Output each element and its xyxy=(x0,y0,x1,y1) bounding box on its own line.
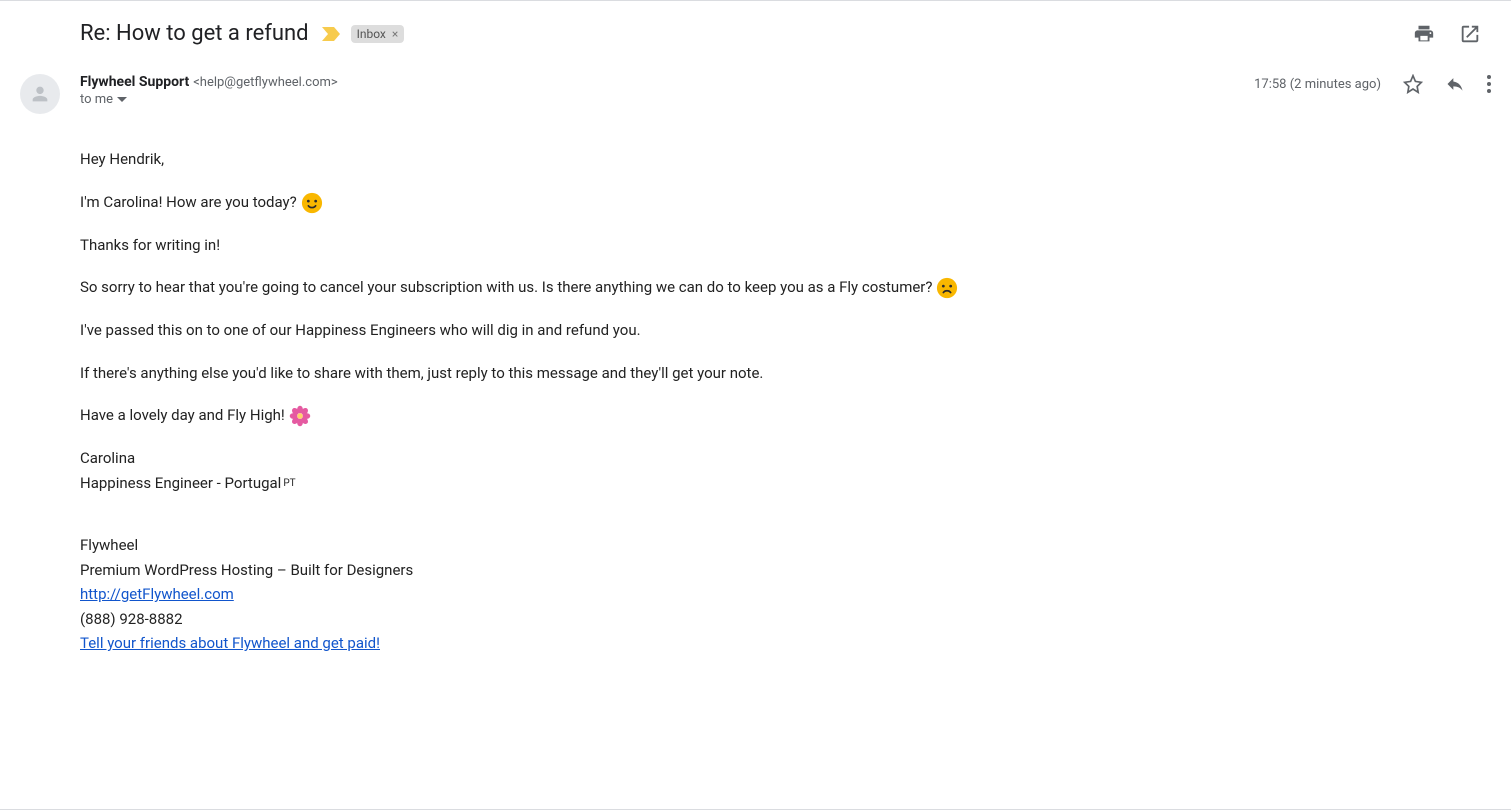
inbox-label[interactable]: Inbox × xyxy=(351,25,405,43)
body-p7: Have a lovely day and Fly High! xyxy=(80,404,1491,427)
frown-emoji-icon xyxy=(936,277,958,299)
subject-title: Re: How to get a refund xyxy=(80,21,309,46)
more-menu-icon[interactable] xyxy=(1487,75,1491,93)
body-p6: If there's anything else you'd like to s… xyxy=(80,362,1491,385)
print-icon[interactable] xyxy=(1413,23,1435,45)
important-marker-icon[interactable] xyxy=(321,26,341,42)
signature-tagline: Premium WordPress Hosting – Built for De… xyxy=(80,559,1491,582)
inbox-label-text: Inbox xyxy=(357,27,386,41)
avatar xyxy=(20,74,60,114)
signature-phone: (888) 928-8882 xyxy=(80,608,1491,631)
chevron-down-icon[interactable] xyxy=(117,95,127,105)
referral-link[interactable]: Tell your friends about Flywheel and get… xyxy=(80,634,380,652)
flower-emoji-icon xyxy=(289,405,311,427)
signature-url-link[interactable]: http://getFlywheel.com xyxy=(80,585,234,603)
body-p5: I've passed this on to one of our Happin… xyxy=(80,319,1491,342)
body-p1: Hey Hendrik, xyxy=(80,148,1491,171)
sender-email: <help@getflywheel.com> xyxy=(193,75,338,90)
signature-title: Happiness Engineer - PortugalPT xyxy=(80,472,1491,495)
remove-label-icon[interactable]: × xyxy=(392,27,398,41)
star-icon[interactable] xyxy=(1403,74,1423,94)
to-line-text: to me xyxy=(80,92,113,107)
smile-emoji-icon xyxy=(301,192,323,214)
to-line[interactable]: to me xyxy=(80,92,1254,107)
body-p4: So sorry to hear that you're going to ca… xyxy=(80,276,1491,299)
signature-company: Flywheel xyxy=(80,534,1491,557)
email-body: Hey Hendrik, I'm Carolina! How are you t… xyxy=(20,114,1491,655)
timestamp: 17:58 (2 minutes ago) xyxy=(1254,77,1381,92)
sender-name[interactable]: Flywheel Support xyxy=(80,74,189,90)
body-p2: I'm Carolina! How are you today? xyxy=(80,191,1491,214)
body-p3: Thanks for writing in! xyxy=(80,234,1491,257)
signature-name: Carolina xyxy=(80,447,1491,470)
open-new-window-icon[interactable] xyxy=(1459,23,1481,45)
reply-icon[interactable] xyxy=(1445,74,1465,94)
